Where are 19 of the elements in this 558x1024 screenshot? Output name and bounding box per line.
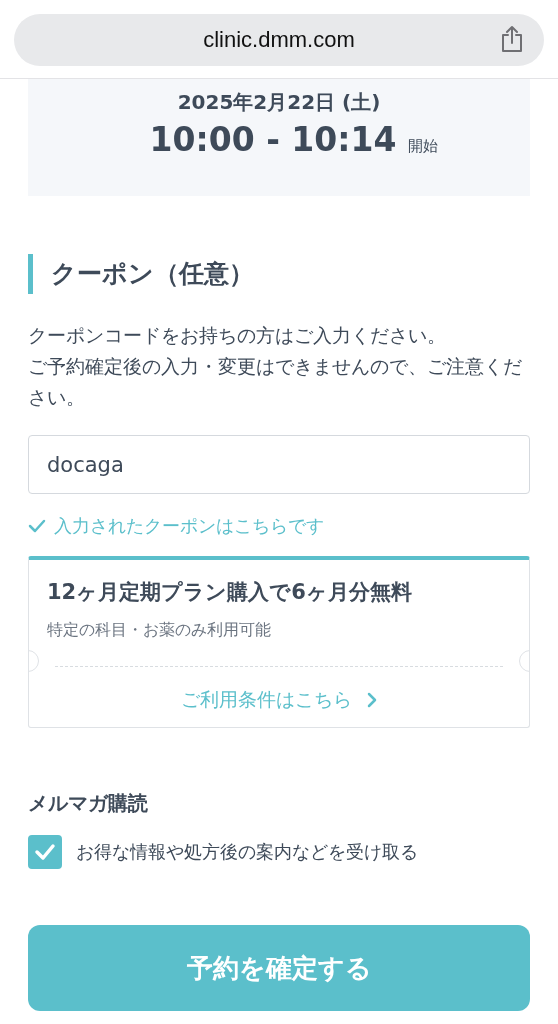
chevron-right-icon <box>365 691 378 709</box>
checkbox[interactable] <box>28 835 62 869</box>
appointment-time: 10:00 - 10:14 <box>149 120 397 159</box>
coupon-title: 12ヶ月定期プラン購入で6ヶ月分無料 <box>47 579 413 606</box>
share-icon[interactable] <box>500 25 524 53</box>
newsletter-heading: メルマガ購読 <box>28 790 149 817</box>
address-bar[interactable]: clinic.dmm.com <box>14 14 544 66</box>
description-text: ご予約確定後の入力・変更はできませんので、ご注意ください。 <box>28 355 523 410</box>
coupon-note: 特定の科目・お薬のみ利用可能 <box>47 620 272 641</box>
time-suffix: 開始 <box>408 137 439 156</box>
status-text: 入力されたクーポンはこちらです <box>54 514 324 538</box>
appointment-date: 2025年2月22日 (土) <box>177 89 381 116</box>
checkbox-label: お得な情報や処方後の案内などを受け取る <box>76 840 418 864</box>
check-mark-icon <box>33 842 57 862</box>
check-icon <box>28 519 46 533</box>
url-text: clinic.dmm.com <box>203 27 355 53</box>
description-text: クーポンコードをお持ちの方はご入力ください。 <box>28 324 447 348</box>
coupon-input-field[interactable]: docaga <box>28 435 530 494</box>
section-heading: クーポン（任意） <box>28 254 530 294</box>
